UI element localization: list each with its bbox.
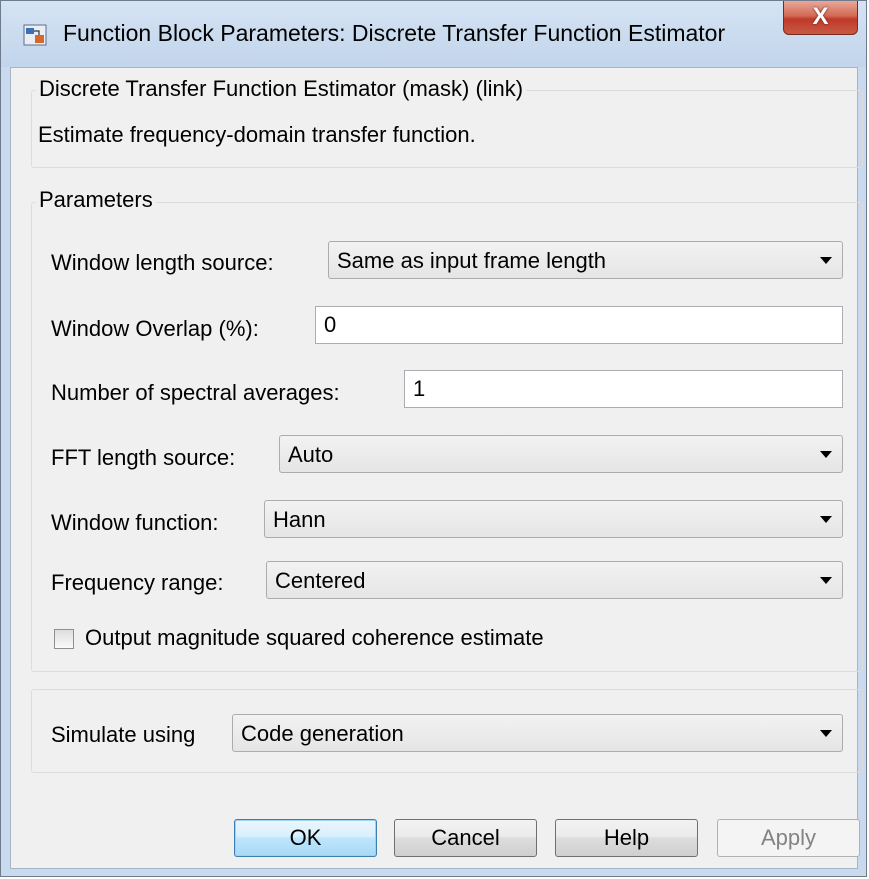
- window-overlap-label: Window Overlap (%):: [51, 316, 259, 341]
- simulate-using-dropdown[interactable]: Code generation: [232, 714, 843, 752]
- help-button[interactable]: Help: [555, 819, 698, 857]
- simulink-block-icon: [23, 24, 47, 46]
- parameters-group-legend: Parameters: [36, 187, 156, 213]
- window-length-source-dropdown[interactable]: Same as input frame length: [328, 241, 843, 279]
- frequency-range-value: Centered: [275, 568, 366, 593]
- cancel-button[interactable]: Cancel: [394, 819, 537, 857]
- close-button[interactable]: X: [783, 1, 858, 35]
- ok-button[interactable]: OK: [234, 819, 377, 857]
- close-icon: X: [812, 3, 829, 30]
- spectral-averages-field[interactable]: [404, 370, 843, 408]
- fft-length-source-label: FFT length source:: [51, 445, 236, 470]
- chevron-down-icon: [820, 257, 832, 264]
- window-overlap-input[interactable]: [316, 307, 842, 343]
- frequency-range-dropdown[interactable]: Centered: [266, 561, 843, 599]
- simulate-using-value: Code generation: [241, 721, 404, 746]
- window-function-value: Hann: [273, 507, 326, 532]
- window-function-dropdown[interactable]: Hann: [264, 500, 843, 538]
- dialog-content: Discrete Transfer Function Estimator (ma…: [10, 67, 863, 869]
- spectral-averages-input[interactable]: [405, 371, 842, 407]
- block-description: Estimate frequency-domain transfer funct…: [38, 122, 476, 147]
- chevron-down-icon: [820, 577, 832, 584]
- description-group-legend: Discrete Transfer Function Estimator (ma…: [36, 76, 527, 102]
- window-length-source-value: Same as input frame length: [337, 248, 607, 273]
- window-overlap-field[interactable]: [315, 306, 843, 344]
- fft-length-source-value: Auto: [288, 442, 334, 467]
- spectral-averages-label: Number of spectral averages:: [51, 380, 340, 405]
- dialog-window: Function Block Parameters: Discrete Tran…: [0, 0, 867, 877]
- chevron-down-icon: [820, 730, 832, 737]
- fft-length-source-dropdown[interactable]: Auto: [279, 435, 843, 473]
- window-function-label: Window function:: [51, 510, 219, 535]
- coherence-checkbox-label[interactable]: Output magnitude squared coherence estim…: [85, 625, 544, 651]
- chevron-down-icon: [820, 451, 832, 458]
- title-bar[interactable]: Function Block Parameters: Discrete Tran…: [1, 1, 866, 67]
- window-length-source-label: Window length source:: [51, 250, 274, 275]
- frequency-range-label: Frequency range:: [51, 570, 224, 595]
- coherence-checkbox[interactable]: [54, 629, 74, 649]
- window-title: Function Block Parameters: Discrete Tran…: [63, 20, 726, 46]
- chevron-down-icon: [820, 516, 832, 523]
- apply-button[interactable]: Apply: [717, 819, 860, 857]
- simulate-using-label: Simulate using: [51, 722, 196, 747]
